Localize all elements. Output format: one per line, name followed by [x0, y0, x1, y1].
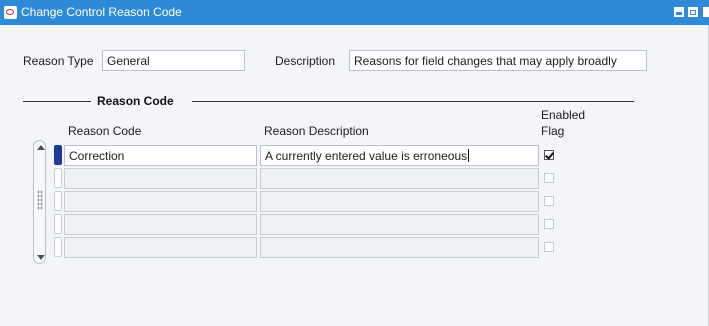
- current-record-indicator[interactable]: [54, 145, 62, 165]
- reason-description-cell[interactable]: [260, 214, 539, 235]
- reason-description-cell[interactable]: [260, 168, 539, 189]
- scroll-up-arrow-icon[interactable]: [37, 145, 45, 150]
- column-header-enabled-flag-line2: Flag: [541, 124, 565, 138]
- column-header-reason-code: Reason Code: [68, 124, 142, 138]
- column-header-reason-description: Reason Description: [264, 124, 369, 138]
- enabled-flag-checkbox[interactable]: [544, 242, 554, 252]
- description-field[interactable]: Reasons for field changes that may apply…: [349, 50, 647, 71]
- reason-code-cell[interactable]: [64, 237, 257, 258]
- reason-code-cell[interactable]: [64, 168, 257, 189]
- record-indicator[interactable]: [54, 237, 62, 257]
- maximize-icon[interactable]: [688, 7, 698, 17]
- reason-code-cell[interactable]: Correction: [64, 145, 257, 166]
- record-indicator[interactable]: [54, 191, 62, 211]
- enabled-flag-checkbox[interactable]: [544, 173, 554, 183]
- reason-description-cell[interactable]: [260, 237, 539, 258]
- reason-type-field[interactable]: General: [102, 50, 245, 71]
- enabled-flag-checkbox[interactable]: [544, 219, 554, 229]
- reason-code-group-title: Reason Code: [97, 94, 174, 108]
- reason-description-text: A currently entered value is erroneous: [265, 149, 468, 163]
- reason-description-cell[interactable]: [260, 191, 539, 212]
- reason-type-label: Reason Type: [23, 54, 94, 68]
- description-label: Description: [275, 54, 336, 68]
- enabled-flag-checkbox[interactable]: [544, 150, 554, 160]
- window-title: Change Control Reason Code: [21, 5, 182, 19]
- scroll-grip-icon[interactable]: [37, 190, 43, 210]
- column-header-enabled-flag: Enabled: [541, 108, 586, 122]
- oracle-logo-icon: [4, 6, 17, 19]
- text-cursor: [468, 149, 470, 162]
- record-indicator[interactable]: [54, 168, 62, 188]
- record-indicator[interactable]: [54, 214, 62, 234]
- reason-code-cell[interactable]: [64, 214, 257, 235]
- group-divider-right: [192, 101, 634, 102]
- scroll-down-arrow-icon[interactable]: [37, 255, 45, 260]
- enabled-flag-checkbox[interactable]: [544, 196, 554, 206]
- group-divider-left: [23, 101, 91, 102]
- title-bar[interactable]: Change Control Reason Code: [0, 0, 709, 25]
- minimize-icon[interactable]: [674, 7, 684, 17]
- reason-description-cell[interactable]: A currently entered value is erroneous: [260, 145, 539, 166]
- form-window: Change Control Reason Code Reason Type G…: [0, 0, 709, 326]
- reason-code-cell[interactable]: [64, 191, 257, 212]
- close-icon[interactable]: [703, 7, 709, 17]
